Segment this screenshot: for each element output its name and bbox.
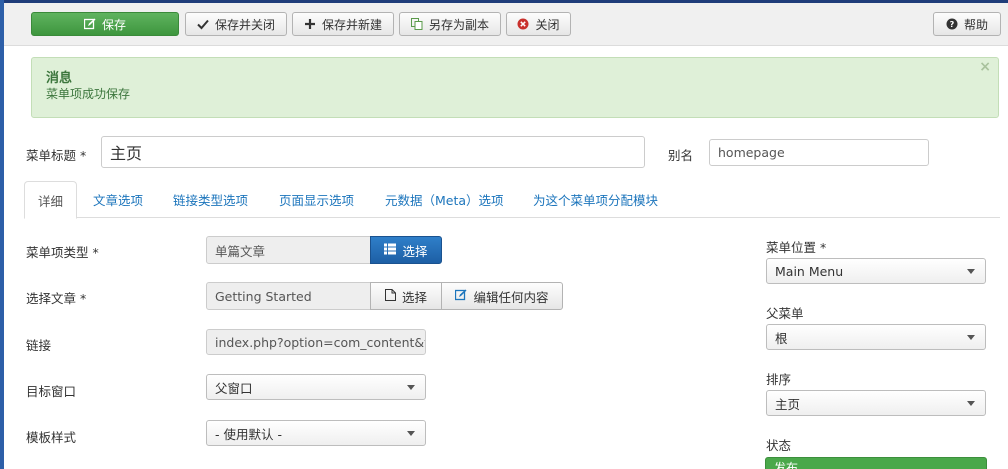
article-edit-label: 编辑任何内容 <box>473 289 549 305</box>
template-style-value: - 使用默认 - <box>215 426 282 442</box>
target-window-select[interactable]: 父窗口 <box>206 374 426 400</box>
parent-menu-select[interactable]: 根 <box>766 324 986 350</box>
close-button[interactable]: 关闭 <box>506 12 571 36</box>
close-circle-icon <box>517 18 529 30</box>
check-icon <box>197 18 209 30</box>
target-window-label: 目标窗口 <box>26 384 77 399</box>
menu-location-value: Main Menu <box>775 263 844 279</box>
menu-type-select-button[interactable]: 选择 <box>370 236 442 264</box>
left-border <box>0 0 4 469</box>
article-select-button[interactable]: 选择 <box>370 282 442 310</box>
list-icon <box>384 243 397 258</box>
chevron-down-icon <box>967 335 975 340</box>
alias-label: 别名 <box>668 148 694 163</box>
article-select-label: 选择 <box>401 289 427 305</box>
link-label: 链接 <box>26 338 52 353</box>
menu-title-label: 菜单标题 * <box>26 148 87 163</box>
help-button[interactable]: ? 帮助 <box>933 12 1001 36</box>
tab-metadata-options[interactable]: 元数据（Meta）选项 <box>385 181 504 218</box>
message-title: 消息 <box>46 71 73 86</box>
tab-page-display-options[interactable]: 页面显示选项 <box>279 181 354 218</box>
tab-module-assignment[interactable]: 为这个菜单项分配模块 <box>533 181 658 218</box>
save-new-button[interactable]: 保存并新建 <box>292 12 394 36</box>
tab-bar: 详细 文章选项 链接类型选项 页面显示选项 元数据（Meta）选项 为这个菜单项… <box>24 181 1000 219</box>
target-window-value: 父窗口 <box>215 380 253 396</box>
ordering-label: 排序 <box>766 372 792 387</box>
copy-icon <box>410 18 423 30</box>
parent-menu-value: 根 <box>775 330 788 346</box>
status-label: 状态 <box>766 438 792 453</box>
tab-link-type-options[interactable]: 链接类型选项 <box>173 181 248 218</box>
article-label: 选择文章 * <box>26 291 87 306</box>
save-copy-button[interactable]: 另存为副本 <box>399 12 501 36</box>
tab-details[interactable]: 详细 <box>24 181 77 219</box>
save-label: 保存 <box>101 17 126 32</box>
chevron-down-icon <box>407 431 415 436</box>
template-style-label: 模板样式 <box>26 430 77 445</box>
menu-title-input[interactable]: 主页 <box>101 136 645 168</box>
edit-icon <box>83 18 96 30</box>
parent-menu-label: 父菜单 <box>766 306 804 321</box>
status-select[interactable]: 发布 <box>765 457 987 469</box>
plus-icon <box>304 18 316 30</box>
close-label: 关闭 <box>535 17 560 32</box>
message-close-icon[interactable]: × <box>979 59 991 75</box>
question-icon: ? <box>946 18 958 30</box>
link-field: index.php?option=com_content&view <box>206 329 426 355</box>
toolbar: 保存 保存并关闭 保存并新建 另存为副本 关闭 ? 帮助 <box>4 3 1008 46</box>
success-message: 消息 菜单项成功保存 × <box>31 57 999 118</box>
ordering-value: 主页 <box>775 396 801 412</box>
save-close-button[interactable]: 保存并关闭 <box>185 12 287 36</box>
ordering-select[interactable]: 主页 <box>766 390 986 416</box>
svg-text:?: ? <box>950 20 955 29</box>
tab-article-options[interactable]: 文章选项 <box>93 181 143 218</box>
save-copy-label: 另存为副本 <box>428 17 489 32</box>
menu-type-select-label: 选择 <box>402 243 428 259</box>
template-style-select[interactable]: - 使用默认 - <box>206 420 426 446</box>
chevron-down-icon <box>967 401 975 406</box>
menu-location-select[interactable]: Main Menu <box>766 258 986 284</box>
help-label: 帮助 <box>963 17 988 32</box>
save-new-label: 保存并新建 <box>321 17 382 32</box>
chevron-down-icon <box>967 269 975 274</box>
menu-type-label: 菜单项类型 * <box>26 245 99 260</box>
save-close-label: 保存并关闭 <box>214 17 275 32</box>
file-icon <box>384 288 396 304</box>
menu-type-field: 单篇文章 <box>206 236 372 264</box>
edit-icon <box>455 289 467 304</box>
article-edit-button[interactable]: 编辑任何内容 <box>441 282 563 310</box>
message-text: 菜单项成功保存 <box>46 87 131 101</box>
menu-location-label: 菜单位置 * <box>766 240 827 255</box>
save-button[interactable]: 保存 <box>31 12 179 36</box>
alias-input[interactable]: homepage <box>709 139 929 166</box>
article-field: Getting Started <box>206 282 372 310</box>
chevron-down-icon <box>407 385 415 390</box>
